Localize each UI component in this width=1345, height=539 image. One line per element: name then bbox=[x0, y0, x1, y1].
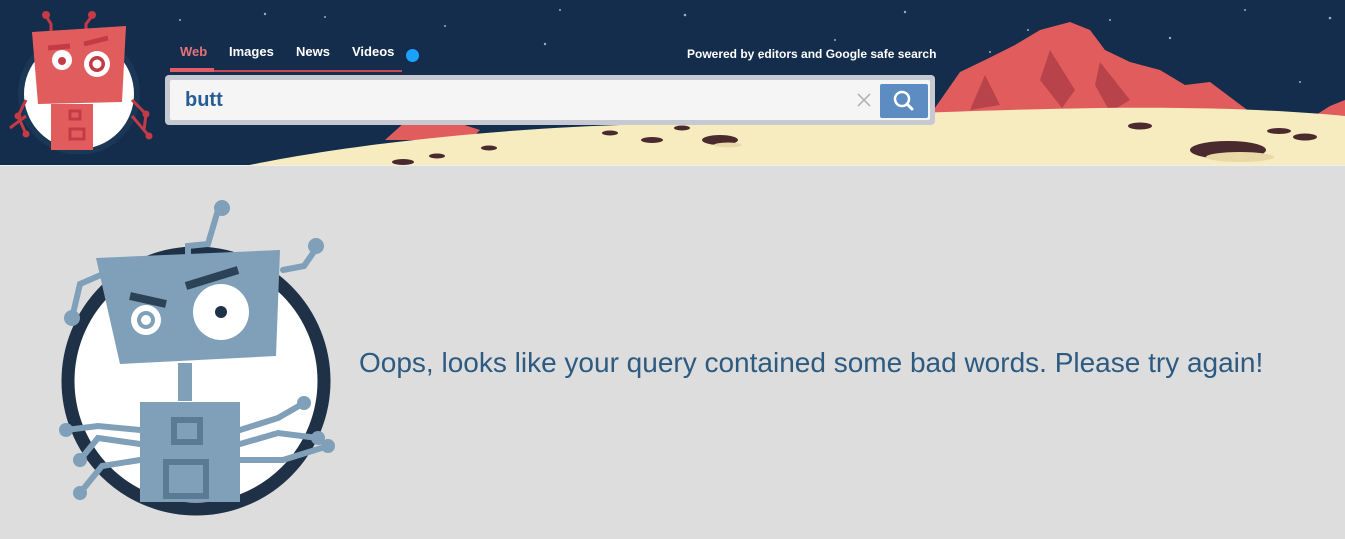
search-field-container bbox=[170, 80, 930, 120]
angry-robot-illustration bbox=[59, 200, 335, 516]
search-input[interactable] bbox=[185, 86, 835, 114]
search-box bbox=[165, 75, 935, 125]
bad-words-message: Oops, looks like your query contained so… bbox=[359, 347, 1264, 378]
tab-news[interactable]: News bbox=[296, 44, 330, 72]
header: Web Images News Videos Powered by editor… bbox=[0, 0, 1345, 166]
tab-images[interactable]: Images bbox=[229, 44, 274, 72]
active-tab-indicator bbox=[170, 68, 214, 72]
search-icon bbox=[893, 90, 914, 111]
robot-logo[interactable] bbox=[4, 4, 160, 154]
search-button[interactable] bbox=[880, 84, 928, 118]
powered-by-text: Powered by editors and Google safe searc… bbox=[687, 47, 937, 61]
notification-dot bbox=[406, 49, 419, 62]
tab-videos[interactable]: Videos bbox=[352, 44, 394, 72]
close-icon[interactable] bbox=[853, 89, 875, 111]
